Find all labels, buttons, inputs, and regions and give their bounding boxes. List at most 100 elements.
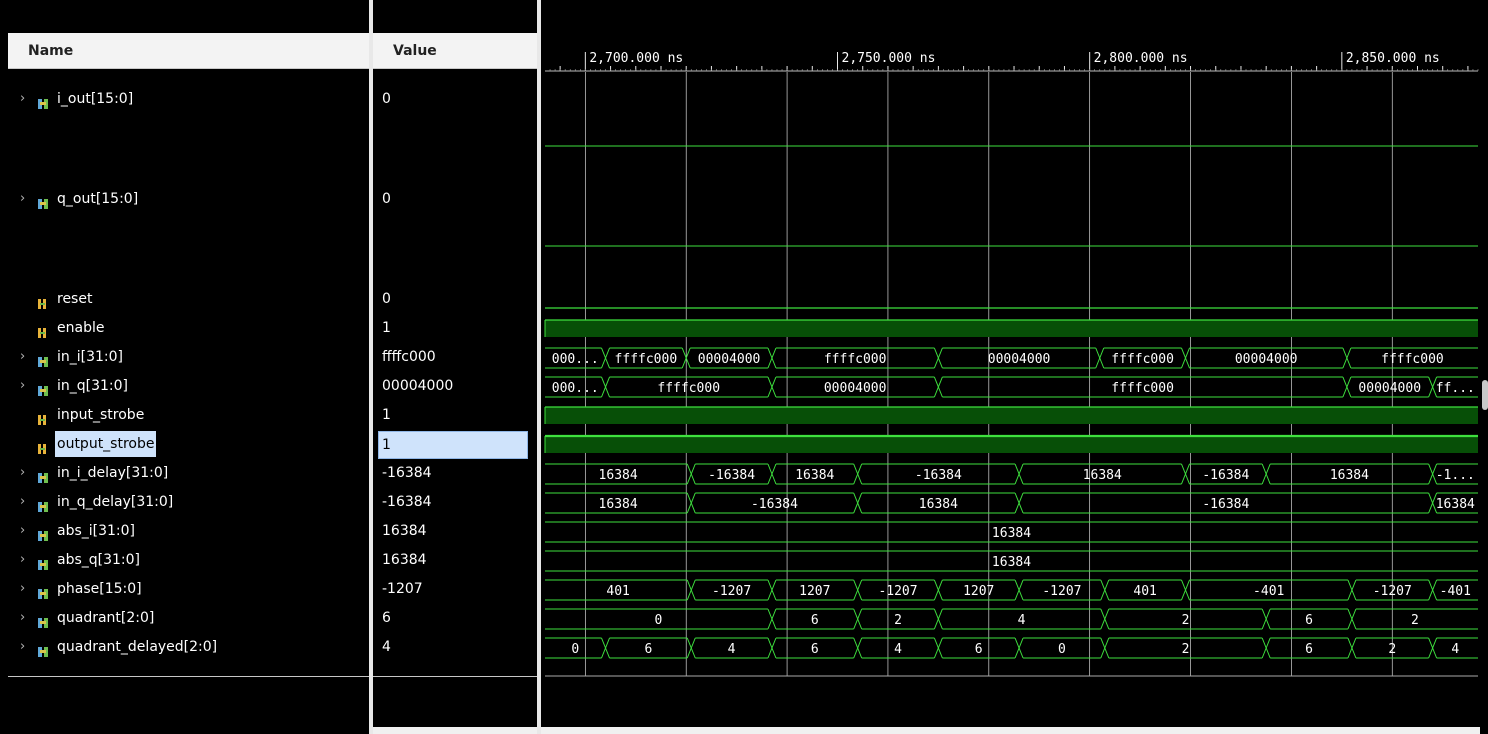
signal-name[interactable]: phase[15:0] bbox=[55, 576, 144, 602]
signal-name[interactable]: abs_i[31:0] bbox=[55, 518, 137, 544]
signal-row-quadrant_delayed[interactable]: › quadrant_delayed[2:0] bbox=[8, 634, 369, 660]
bus-icon bbox=[37, 641, 50, 657]
signal-name[interactable]: quadrant[2:0] bbox=[55, 605, 156, 631]
waveform-canvas[interactable]: 2,700.000 ns 2,750.000 ns 2,800.000 ns 2,85… bbox=[541, 0, 1480, 727]
value-hscroll[interactable] bbox=[373, 727, 537, 734]
expand-chevron-icon[interactable]: › bbox=[20, 634, 32, 660]
signal-name[interactable]: in_q_delay[31:0] bbox=[55, 489, 175, 515]
value-row-i_out[interactable]: 0 bbox=[373, 86, 537, 112]
value-row-in_i[interactable]: ffffc000 bbox=[373, 344, 537, 370]
expand-chevron-icon[interactable]: › bbox=[20, 518, 32, 544]
wave-trace-in_i_delay[interactable]: 16384 -16384 16384 -16384 16384 -16384 16384 -1… bbox=[545, 463, 1478, 485]
signal-value: 0 bbox=[382, 191, 391, 207]
signal-value: 0 bbox=[382, 291, 391, 307]
wave-trace-quadrant[interactable]: 0 6 2 4 2 6 2 bbox=[545, 608, 1478, 630]
bus-value-label: -401 bbox=[1440, 584, 1471, 599]
wave-trace-quadrant_delayed[interactable]: 0 6 4 6 4 6 0 2 6 2 4 bbox=[545, 637, 1478, 659]
wave-trace-phase[interactable]: 401 -1207 1207 -1207 1207 -1207 401 -401 -1207 -4… bbox=[545, 579, 1478, 601]
value-row-quadrant_delayed[interactable]: 4 bbox=[373, 634, 537, 660]
bus-icon bbox=[37, 612, 50, 628]
value-row-in_q[interactable]: 00004000 bbox=[373, 373, 537, 399]
value-row-abs_i[interactable]: 16384 bbox=[373, 518, 537, 544]
name-column-header[interactable]: Name bbox=[8, 33, 369, 69]
waveform-hscroll[interactable] bbox=[541, 727, 1480, 734]
signal-row-abs_i[interactable]: › abs_i[31:0] bbox=[8, 518, 369, 544]
bus-value-label: 2 bbox=[894, 613, 902, 628]
wave-trace-in_q_delay[interactable]: 16384 -16384 16384 -16384 16384 bbox=[545, 492, 1478, 514]
value-column-header[interactable]: Value bbox=[373, 33, 537, 69]
bus-value-label: 16384 bbox=[599, 468, 638, 483]
expand-chevron-icon[interactable]: › bbox=[20, 605, 32, 631]
expand-chevron-icon[interactable]: › bbox=[20, 344, 32, 370]
vertical-scrollbar[interactable] bbox=[1482, 380, 1488, 410]
value-row-phase[interactable]: -1207 bbox=[373, 576, 537, 602]
signal-name[interactable]: q_out[15:0] bbox=[55, 186, 140, 212]
signal-row-q_out[interactable]: › q_out[15:0] bbox=[8, 186, 369, 212]
signal-row-input_strobe[interactable]: input_strobe bbox=[8, 402, 369, 428]
signal-name[interactable]: input_strobe bbox=[55, 402, 146, 428]
signal-row-abs_q[interactable]: › abs_q[31:0] bbox=[8, 547, 369, 573]
signal-row-quadrant[interactable]: › quadrant[2:0] bbox=[8, 605, 369, 631]
bus-value-label: 00004000 bbox=[698, 352, 761, 367]
wave-trace-abs_q[interactable]: 16384 bbox=[545, 550, 1478, 572]
wave-trace-enable[interactable] bbox=[544, 319, 1478, 337]
bus-icon bbox=[37, 496, 50, 512]
signal-row-in_i_delay[interactable]: › in_i_delay[31:0] bbox=[8, 460, 369, 486]
bus-value-label: 000... bbox=[552, 352, 599, 367]
bus-value-label: 6 bbox=[1305, 642, 1313, 657]
signal-name[interactable]: abs_q[31:0] bbox=[55, 547, 142, 573]
wave-trace-input_strobe[interactable] bbox=[544, 406, 1478, 424]
value-row-quadrant[interactable]: 6 bbox=[373, 605, 537, 631]
value-row-in_q_delay[interactable]: -16384 bbox=[373, 489, 537, 515]
value-row-enable[interactable]: 1 bbox=[373, 315, 537, 341]
time-ruler[interactable]: 2,700.000 ns 2,750.000 ns 2,800.000 ns 2,85… bbox=[545, 51, 1479, 72]
signal-name[interactable]: enable bbox=[55, 315, 106, 341]
expand-chevron-icon[interactable]: › bbox=[20, 86, 32, 112]
ruler-label: 2,800.000 ns bbox=[1094, 51, 1188, 66]
expand-chevron-icon[interactable]: › bbox=[20, 547, 32, 573]
value-row-in_i_delay[interactable]: -16384 bbox=[373, 460, 537, 486]
wave-trace-output_strobe[interactable] bbox=[544, 434, 1478, 453]
signal-name[interactable]: output_strobe bbox=[55, 431, 157, 457]
logic-high-fill bbox=[545, 407, 1478, 424]
signal-value: 16384 bbox=[382, 523, 427, 539]
expand-chevron-icon[interactable]: › bbox=[20, 460, 32, 486]
wave-trace-in_q[interactable]: 000... ffffc000 00004000 ffffc000 00004000 ff… bbox=[545, 376, 1478, 398]
signal-value: 6 bbox=[382, 610, 391, 626]
value-row-abs_q[interactable]: 16384 bbox=[373, 547, 537, 573]
value-row-input_strobe[interactable]: 1 bbox=[373, 402, 537, 428]
signal-row-enable[interactable]: enable bbox=[8, 315, 369, 341]
signal-row-in_i[interactable]: › in_i[31:0] bbox=[8, 344, 369, 370]
ruler-label: 2,850.000 ns bbox=[1346, 51, 1440, 66]
signal-name[interactable]: reset bbox=[55, 286, 94, 312]
wave-trace-abs_i[interactable]: 16384 bbox=[545, 521, 1478, 543]
waveform-pane[interactable]: 2,700.000 ns 2,750.000 ns 2,800.000 ns 2,85… bbox=[541, 0, 1480, 727]
bus-value-label: ffffc000 bbox=[824, 352, 887, 367]
signal-name[interactable]: in_i_delay[31:0] bbox=[55, 460, 170, 486]
expand-chevron-icon[interactable]: › bbox=[20, 373, 32, 399]
wave-trace-in_i[interactable]: 000... ffffc000 00004000 ffffc000 00004000 ff… bbox=[545, 347, 1478, 369]
signal-value: 1 bbox=[382, 320, 391, 336]
expand-chevron-icon[interactable]: › bbox=[20, 576, 32, 602]
signal-row-in_q_delay[interactable]: › in_q_delay[31:0] bbox=[8, 489, 369, 515]
expand-chevron-icon[interactable]: › bbox=[20, 489, 32, 515]
signal-name[interactable]: in_q[31:0] bbox=[55, 373, 130, 399]
signal-row-reset[interactable]: reset bbox=[8, 286, 369, 312]
signal-name[interactable]: i_out[15:0] bbox=[55, 86, 135, 112]
bus-value-label: 16384 bbox=[919, 497, 958, 512]
signal-row-phase[interactable]: › phase[15:0] bbox=[8, 576, 369, 602]
signal-row-i_out[interactable]: › i_out[15:0] bbox=[8, 86, 369, 112]
signal-row-in_q[interactable]: › in_q[31:0] bbox=[8, 373, 369, 399]
bus-value-label: 4 bbox=[1451, 642, 1459, 657]
bit-icon bbox=[37, 322, 50, 338]
bus-value-label: 6 bbox=[1305, 613, 1313, 628]
signal-name[interactable]: in_i[31:0] bbox=[55, 344, 125, 370]
value-row-reset[interactable]: 0 bbox=[373, 286, 537, 312]
signal-value: ffffc000 bbox=[382, 349, 436, 365]
value-row-q_out[interactable]: 0 bbox=[373, 186, 537, 212]
expand-chevron-icon[interactable]: › bbox=[20, 186, 32, 212]
signal-row-output_strobe[interactable]: output_strobe bbox=[8, 431, 369, 457]
value-row-output_strobe[interactable]: 1 bbox=[373, 431, 537, 459]
signal-name[interactable]: quadrant_delayed[2:0] bbox=[55, 634, 219, 660]
bus-value-label: 401 bbox=[1133, 584, 1156, 599]
